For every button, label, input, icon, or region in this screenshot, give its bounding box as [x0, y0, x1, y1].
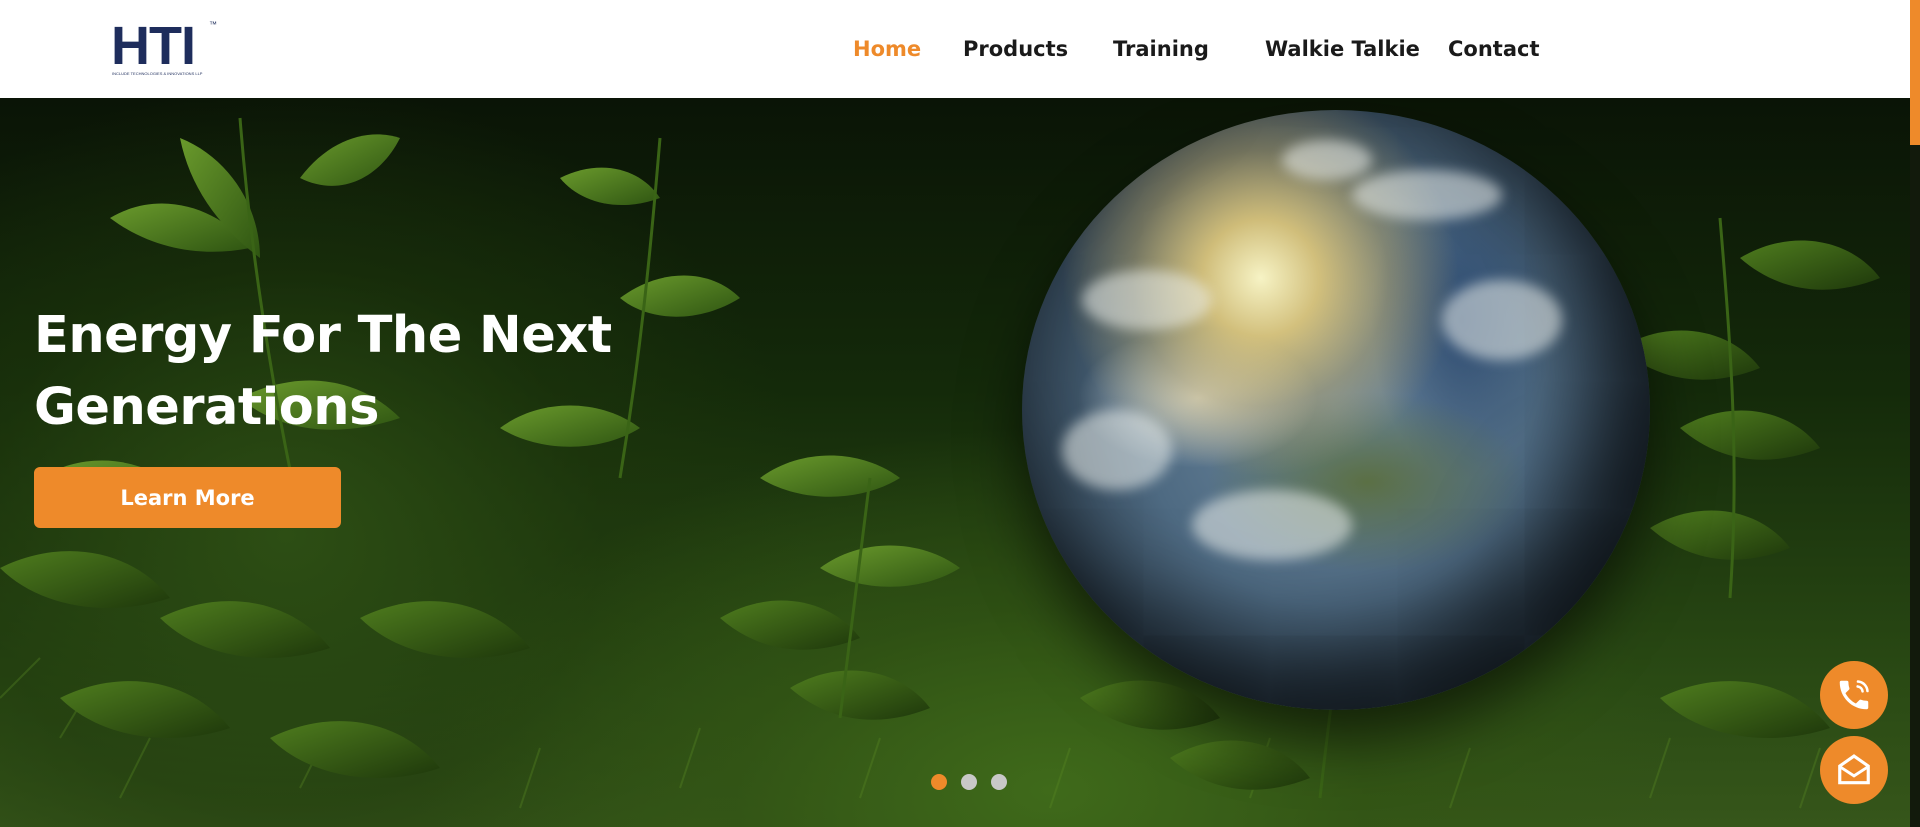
nav-item-training[interactable]: Training [1113, 35, 1209, 63]
logo-mark: HTI [111, 16, 196, 76]
call-button[interactable] [1820, 661, 1888, 729]
slide-dot-1[interactable] [931, 774, 947, 790]
learn-more-button[interactable]: Learn More [34, 467, 341, 528]
phone-icon [1839, 680, 1869, 710]
hero-slider: Energy For The Next Generations Learn Mo… [0, 98, 1910, 827]
logo-tagline: INCLUDE TECHNOLOGIES & INNOVATIONS LLP [112, 71, 203, 76]
earth-globe-image [1022, 110, 1650, 710]
slide-dot-3[interactable] [991, 774, 1007, 790]
slide-dot-2[interactable] [961, 774, 977, 790]
nav-item-walkie-talkie[interactable]: Walkie Talkie [1265, 35, 1420, 63]
brand-logo[interactable]: HTI ™ INCLUDE TECHNOLOGIES & INNOVATIONS… [111, 16, 221, 78]
email-button[interactable] [1820, 736, 1888, 804]
scrollbar-thumb[interactable] [1910, 0, 1920, 145]
nav-item-products[interactable]: Products [963, 35, 1068, 63]
page-scrollbar[interactable] [1910, 0, 1920, 827]
logo-trademark: ™ [209, 20, 217, 29]
nav-item-home[interactable]: Home [853, 35, 921, 63]
site-header: HTI ™ INCLUDE TECHNOLOGIES & INNOVATIONS… [0, 0, 1910, 98]
nav-item-contact[interactable]: Contact [1448, 35, 1540, 63]
envelope-open-icon [1838, 754, 1870, 785]
hero-title: Energy For The Next Generations [34, 306, 612, 437]
